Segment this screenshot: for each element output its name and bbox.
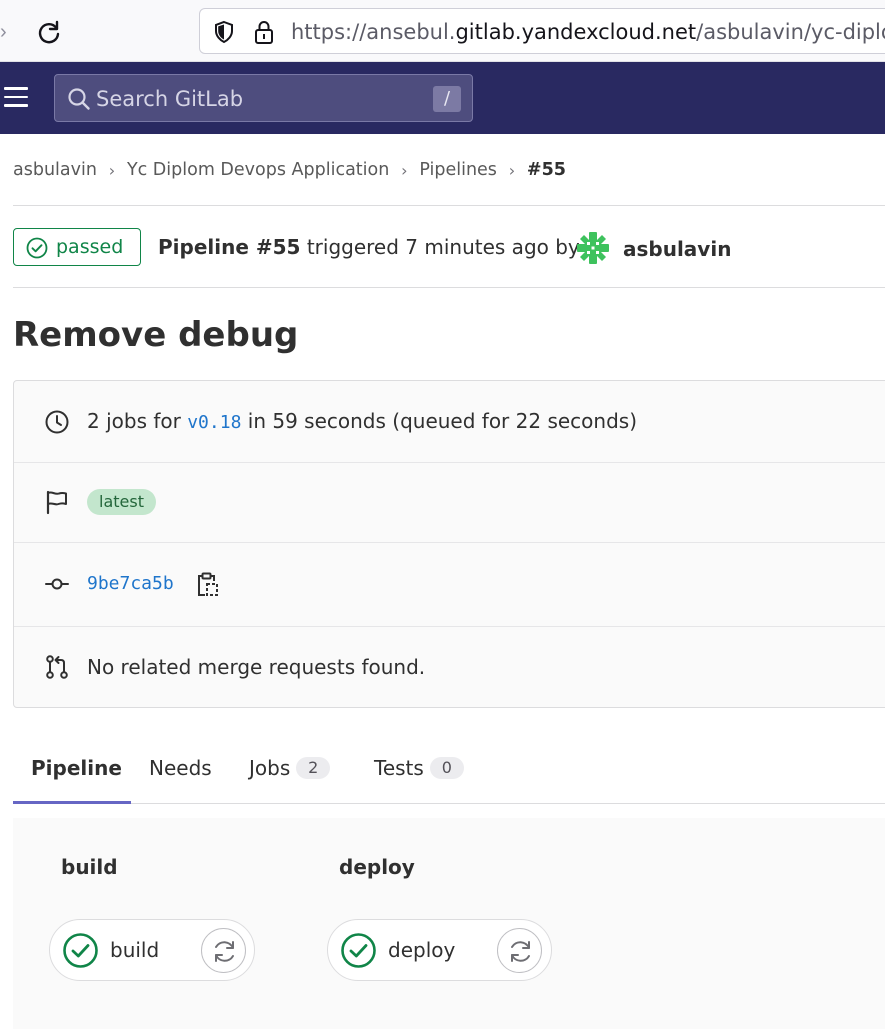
pipeline-tabs: Pipeline Needs Jobs 2 Tests 0 xyxy=(13,736,885,804)
divider xyxy=(13,287,885,288)
breadcrumb-item-user[interactable]: asbulavin xyxy=(13,160,97,180)
browser-toolbar: › https://ansebul.gitlab.yandexcloud.net… xyxy=(0,0,885,62)
address-bar[interactable]: https://ansebul.gitlab.yandexcloud.net/a… xyxy=(199,8,885,54)
search-placeholder: Search GitLab xyxy=(96,87,244,111)
url-path: /asbulavin/yc-diplom- xyxy=(696,20,885,44)
shield-icon[interactable] xyxy=(212,20,236,44)
pipeline-graph: build build deploy deploy xyxy=(13,818,885,1029)
back-arrow-icon[interactable]: › xyxy=(0,20,14,44)
job-name-deploy: deploy xyxy=(388,938,456,962)
tab-jobs-label: Jobs xyxy=(249,756,291,780)
job-deploy[interactable]: deploy xyxy=(327,919,552,981)
ref-link[interactable]: v0.18 xyxy=(187,412,241,433)
merge-requests-text: No related merge requests found. xyxy=(87,655,426,679)
stage-title-deploy: deploy xyxy=(339,855,415,879)
commit-icon xyxy=(45,578,69,590)
chevron-right-icon: › xyxy=(508,160,516,180)
url-text[interactable]: https://ansebul.gitlab.yandexcloud.net/a… xyxy=(291,19,885,45)
url-prefix: https://ansebul. xyxy=(291,20,456,44)
avatar[interactable] xyxy=(575,230,611,266)
url-domain: gitlab.yandexcloud.net xyxy=(455,20,697,44)
tab-needs-label: Needs xyxy=(149,756,212,780)
clipboard-icon[interactable] xyxy=(194,571,220,597)
retry-icon xyxy=(215,941,234,962)
tab-tests-label: Tests xyxy=(374,756,424,780)
breadcrumb-item-pipelines[interactable]: Pipelines xyxy=(419,160,497,180)
reload-icon[interactable] xyxy=(34,18,64,48)
pipeline-author[interactable]: asbulavin xyxy=(623,236,731,262)
clock-icon xyxy=(45,410,69,434)
tab-needs[interactable]: Needs xyxy=(149,736,212,804)
menu-icon[interactable] xyxy=(4,87,28,109)
status-badge[interactable]: passed xyxy=(13,228,141,266)
search-input[interactable]: Search GitLab / xyxy=(54,74,473,122)
tests-count-badge: 0 xyxy=(429,757,464,779)
retry-icon xyxy=(511,941,530,962)
job-build[interactable]: build xyxy=(49,919,255,981)
merge-request-icon xyxy=(46,655,68,679)
duration-text: in 59 seconds (queued for 22 seconds) xyxy=(247,409,637,433)
lock-icon[interactable] xyxy=(252,19,276,45)
tab-pipeline[interactable]: Pipeline xyxy=(13,736,131,804)
tab-tests[interactable]: Tests 0 xyxy=(374,736,464,804)
breadcrumb-current[interactable]: #55 xyxy=(527,160,566,180)
job-name-build: build xyxy=(110,938,160,962)
search-shortcut-key: / xyxy=(433,86,461,112)
check-circle-icon xyxy=(63,933,98,968)
flag-icon xyxy=(46,490,67,515)
jobs-duration-row: 2 jobs for v0.18 in 59 seconds (queued f… xyxy=(14,381,885,463)
jobs-count-text: 2 jobs for xyxy=(87,409,181,433)
status-text: passed xyxy=(56,236,124,258)
pipeline-triggered-text: triggered 7 minutes ago by xyxy=(306,235,580,259)
tab-jobs[interactable]: Jobs 2 xyxy=(249,736,331,804)
retry-button[interactable] xyxy=(497,928,542,973)
pipeline-summary: Pipeline #55 triggered 7 minutes ago by xyxy=(158,234,580,260)
tab-pipeline-label: Pipeline xyxy=(31,756,122,780)
search-icon xyxy=(68,88,90,110)
check-circle-icon xyxy=(26,237,48,259)
stage-title-build: build xyxy=(61,855,118,879)
page-title: Remove debug xyxy=(13,315,299,355)
divider xyxy=(13,205,885,206)
merge-requests-row: No related merge requests found. xyxy=(14,627,885,709)
retry-button[interactable] xyxy=(201,928,246,973)
pipeline-info-panel: 2 jobs for v0.18 in 59 seconds (queued f… xyxy=(13,380,885,708)
pipeline-name: Pipeline #55 xyxy=(158,235,301,259)
commit-sha-link[interactable]: 9be7ca5b xyxy=(87,571,174,597)
check-circle-icon xyxy=(341,933,376,968)
badges-row: latest xyxy=(14,463,885,543)
breadcrumb: asbulavin › Yc Diplom Devops Application… xyxy=(13,158,566,182)
breadcrumb-item-project[interactable]: Yc Diplom Devops Application xyxy=(127,160,389,180)
commit-row: 9be7ca5b xyxy=(14,543,885,627)
jobs-count-badge: 2 xyxy=(296,757,331,779)
chevron-right-icon: › xyxy=(108,160,116,180)
latest-badge: latest xyxy=(87,489,156,515)
jobs-duration-text: 2 jobs for v0.18 in 59 seconds (queued f… xyxy=(87,408,637,436)
chevron-right-icon: › xyxy=(401,160,408,180)
